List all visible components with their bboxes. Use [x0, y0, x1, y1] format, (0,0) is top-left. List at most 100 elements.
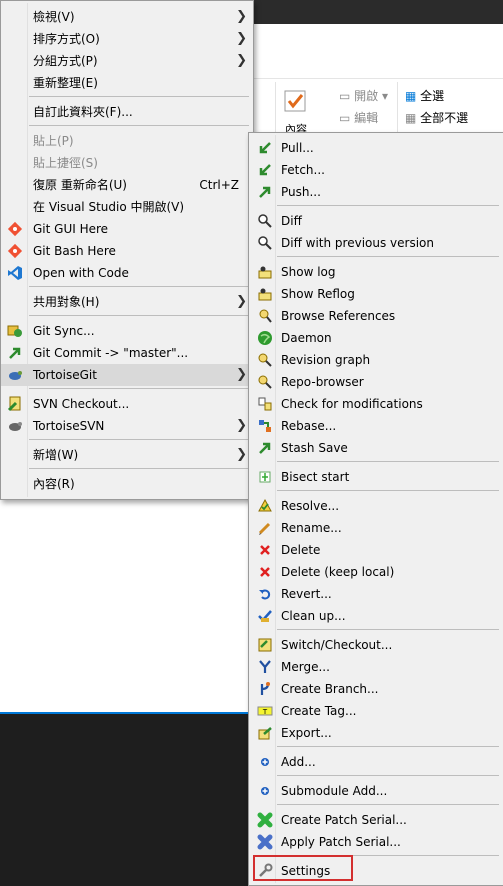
menu-item-rename[interactable]: Rename... [249, 517, 503, 539]
menu-item-repo-browser[interactable]: Repo-browser [249, 371, 503, 393]
menu-item-git-bash-here[interactable]: Git Bash Here [1, 240, 253, 262]
menu-separator [29, 96, 249, 97]
delete-icon [257, 542, 273, 558]
menu-item-browse-references[interactable]: Browse References [249, 305, 503, 327]
menu-item-label: Apply Patch Serial... [281, 835, 401, 849]
menu-separator [277, 205, 499, 206]
menu-item-visual-studio-v[interactable]: 在 Visual Studio 中開啟(V) [1, 196, 253, 218]
menu-item-show-log[interactable]: Show log [249, 261, 503, 283]
add-icon [257, 754, 273, 770]
settings-highlight-outline [253, 855, 353, 881]
menu-item-tortoisesvn[interactable]: TortoiseSVN ❯ [1, 415, 253, 437]
menu-separator [29, 315, 249, 316]
menu-item-u[interactable]: 復原 重新命名(U) Ctrl+Z [1, 174, 253, 196]
menu-item-label: 新增(W) [33, 448, 79, 462]
menu-item-label: 共用對象(H) [33, 295, 100, 309]
merge-icon [257, 659, 273, 675]
menu-item-git-sync[interactable]: Git Sync... [1, 320, 253, 342]
menu-item-label: Bisect start [281, 470, 350, 484]
chevron-right-icon: ❯ [236, 9, 247, 24]
select-all-button[interactable]: ▦ 全選 [405, 87, 444, 104]
menu-item-show-reflog[interactable]: Show Reflog [249, 283, 503, 305]
menu-item-pull[interactable]: Pull... [249, 137, 503, 159]
menu-item-bisect-start[interactable]: Bisect start [249, 466, 503, 488]
menu-item-r[interactable]: 內容(R) [1, 473, 253, 495]
menu-item-label: 分組方式(P) [33, 54, 98, 68]
chevron-right-icon: ❯ [236, 418, 247, 433]
diff-icon [257, 213, 273, 229]
menu-separator [29, 468, 249, 469]
menu-item-label: Fetch... [281, 163, 325, 177]
open-button[interactable]: ▭ 開啟 ▾ [339, 87, 388, 104]
menu-item-svn-checkout[interactable]: SVN Checkout... [1, 393, 253, 415]
menu-item-label: 重新整理(E) [33, 76, 98, 90]
menu-item-switch-checkout[interactable]: Switch/Checkout... [249, 634, 503, 656]
menu-item-git-commit-master[interactable]: Git Commit -> "master"... [1, 342, 253, 364]
menu-item-label: 排序方式(O) [33, 32, 100, 46]
menu-item-label: Push... [281, 185, 321, 199]
stash-save-icon [257, 440, 273, 456]
menu-item-label: Create Patch Serial... [281, 813, 407, 827]
git-gui-icon [7, 221, 23, 237]
menu-item-create-branch[interactable]: Create Branch... [249, 678, 503, 700]
menu-item-create-tag[interactable]: T Create Tag... [249, 700, 503, 722]
menu-item-delete-keep-local[interactable]: Delete (keep local) [249, 561, 503, 583]
menu-item-revert[interactable]: Revert... [249, 583, 503, 605]
git-bash-icon [7, 243, 23, 259]
chevron-right-icon: ❯ [236, 31, 247, 46]
select-all-icon: ▦ [405, 89, 417, 103]
menu-item-label: Git GUI Here [33, 222, 109, 236]
menu-item-o[interactable]: 排序方式(O) ❯ [1, 28, 253, 50]
menu-item-resolve[interactable]: Resolve... [249, 495, 503, 517]
menu-item-tortoisegit[interactable]: TortoiseGit ❯ [1, 364, 253, 386]
select-none-button[interactable]: ▦ 全部不選 [405, 109, 468, 126]
rename-icon [257, 520, 273, 536]
menu-item-v[interactable]: 檢視(V) ❯ [1, 6, 253, 28]
menu-item-open-with-code[interactable]: Open with Code [1, 262, 253, 284]
ribbon: 內容 ▭ 開啟 ▾ ▭ 編輯 ▦ 全選 ▦ 全部不選 [253, 78, 503, 136]
menu-item-create-patch-serial[interactable]: Create Patch Serial... [249, 809, 503, 831]
menu-item-fetch[interactable]: Fetch... [249, 159, 503, 181]
menu-item-stash-save[interactable]: Stash Save [249, 437, 503, 459]
menu-item-revision-graph[interactable]: Revision graph [249, 349, 503, 371]
menu-item-label: Git Bash Here [33, 244, 116, 258]
menu-item-clean-up[interactable]: Clean up... [249, 605, 503, 627]
menu-item-label: Create Branch... [281, 682, 379, 696]
menu-item-e[interactable]: 重新整理(E) [1, 72, 253, 94]
export-icon [257, 725, 273, 741]
menu-item-f[interactable]: 自訂此資料夾(F)... [1, 101, 253, 123]
menu-item-diff-with-previous-version[interactable]: Diff with previous version [249, 232, 503, 254]
menu-item-merge[interactable]: Merge... [249, 656, 503, 678]
menu-item-label: Check for modifications [281, 397, 423, 411]
menu-item-export[interactable]: Export... [249, 722, 503, 744]
menu-item-push[interactable]: Push... [249, 181, 503, 203]
revision-graph-icon [257, 352, 273, 368]
menu-item-label: 復原 重新命名(U) [33, 178, 127, 192]
repo-browser-icon [257, 374, 273, 390]
bisect-start-icon [257, 469, 273, 485]
menu-item-apply-patch-serial[interactable]: Apply Patch Serial... [249, 831, 503, 853]
menu-separator [277, 461, 499, 462]
menu-item-submodule-add[interactable]: Submodule Add... [249, 780, 503, 802]
edit-button[interactable]: ▭ 編輯 [339, 109, 378, 126]
menu-item-diff[interactable]: Diff [249, 210, 503, 232]
menu-item-p[interactable]: 分組方式(P) ❯ [1, 50, 253, 72]
menu-item-label: Resolve... [281, 499, 340, 513]
menu-item-check-for-modifications[interactable]: Check for modifications [249, 393, 503, 415]
menu-item-label: Revert... [281, 587, 332, 601]
menu-item-add[interactable]: Add... [249, 751, 503, 773]
menu-item-h[interactable]: 共用對象(H) ❯ [1, 291, 253, 313]
menu-item-git-gui-here[interactable]: Git GUI Here [1, 218, 253, 240]
menu-separator [277, 490, 499, 491]
menu-item-label: Create Tag... [281, 704, 357, 718]
menu-item-label: 檢視(V) [33, 10, 75, 24]
menu-item-daemon[interactable]: Daemon [249, 327, 503, 349]
properties-check-icon[interactable] [283, 89, 307, 113]
menu-item-label: Submodule Add... [281, 784, 388, 798]
menu-item-label: Show Reflog [281, 287, 355, 301]
apply-patch-icon [257, 834, 273, 850]
menu-item-delete[interactable]: Delete [249, 539, 503, 561]
menu-item-label: SVN Checkout... [33, 397, 130, 411]
menu-item-rebase[interactable]: Rebase... [249, 415, 503, 437]
menu-item-w[interactable]: 新增(W) ❯ [1, 444, 253, 466]
